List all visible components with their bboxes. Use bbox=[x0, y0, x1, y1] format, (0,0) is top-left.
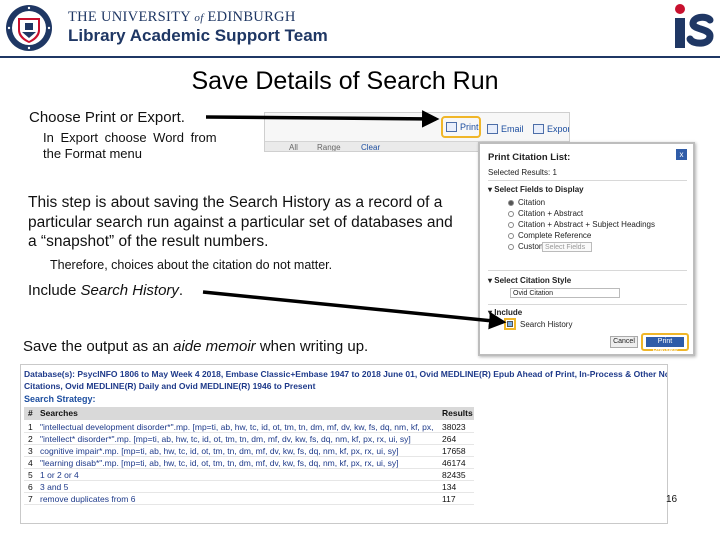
selected-results: Selected Results: 1 bbox=[488, 168, 557, 177]
arrow-to-search-history bbox=[202, 290, 507, 330]
dialog-divider bbox=[488, 304, 687, 305]
export-note-line1: In Export choose Word from bbox=[43, 130, 217, 145]
clear-link[interactable]: Clear bbox=[361, 143, 380, 151]
export-note-line2: the Format menu bbox=[43, 146, 142, 161]
option-label: Citation + Abstract + Subject Headings bbox=[518, 220, 655, 229]
print-button[interactable]: Print bbox=[441, 116, 481, 138]
print-citation-dialog: Print Citation List: x Selected Results:… bbox=[478, 142, 695, 356]
include-section-header: ▾ Include bbox=[488, 308, 523, 317]
dialog-divider bbox=[488, 270, 687, 271]
style-section-header: ▾ Select Citation Style bbox=[488, 276, 572, 285]
table-row: 2 "intellect* disorder*".mp. [mp=ti, ab,… bbox=[24, 433, 474, 445]
export-button[interactable]: Export bbox=[533, 120, 569, 138]
search-history-label: Search History bbox=[520, 320, 573, 329]
export-icon bbox=[533, 124, 544, 134]
column-header-searches: Searches bbox=[40, 408, 78, 418]
column-header-number: # bbox=[28, 408, 33, 418]
dialog-divider bbox=[488, 180, 687, 181]
page-number: 16 bbox=[666, 494, 678, 505]
custom-fields-input[interactable]: Select Fields bbox=[542, 242, 592, 252]
search-strategy-heading: Search Strategy: bbox=[24, 394, 96, 404]
table-row: 5 1 or 2 or 4 82435 bbox=[24, 469, 474, 481]
include-search-history-text: Include Search History. bbox=[28, 282, 184, 299]
option-label: Citation + Abstract bbox=[518, 209, 584, 218]
option-label: Complete Reference bbox=[518, 231, 592, 240]
radio-complete-reference[interactable] bbox=[508, 233, 514, 239]
step-choose-print-export: Choose Print or Export. bbox=[29, 109, 185, 126]
table-row: 1 "intellectual development disorder*".m… bbox=[24, 421, 474, 433]
banner-divider bbox=[0, 56, 720, 58]
dialog-title: Print Citation List: bbox=[488, 152, 571, 163]
range-field[interactable]: Range bbox=[317, 143, 341, 151]
table-row: 3 cognitive impair*.mp. [mp=ti, ab, hw, … bbox=[24, 445, 474, 457]
print-preview-highlight: Print Preview bbox=[641, 333, 689, 354]
select-all-checkbox[interactable]: All bbox=[289, 143, 298, 151]
save-output-text: Save the output as an aide memoir when w… bbox=[23, 338, 369, 355]
fields-section-header: ▾ Select Fields to Display bbox=[488, 185, 584, 194]
database-list-line2: Citations, Ovid MEDLINE(R) Daily and Ovi… bbox=[24, 381, 316, 391]
email-button[interactable]: Email bbox=[487, 120, 524, 138]
database-list-line1: Database(s): PsycINFO 1806 to May Week 4… bbox=[24, 369, 668, 379]
column-header-results: Results bbox=[442, 408, 473, 418]
purpose-paragraph: This step is about saving the Search His… bbox=[28, 194, 453, 250]
cancel-button[interactable]: Cancel bbox=[610, 336, 638, 348]
table-row: 7 remove duplicates from 6 117 bbox=[24, 493, 474, 505]
close-icon[interactable]: x bbox=[676, 149, 687, 160]
table-header: # Searches Results bbox=[24, 407, 474, 420]
print-preview-button[interactable]: Print Preview bbox=[646, 337, 684, 354]
radio-citation[interactable] bbox=[508, 200, 514, 206]
unit-name: Library Academic Support Team bbox=[68, 26, 328, 45]
option-label: Citation bbox=[518, 198, 546, 207]
table-row: 6 3 and 5 134 bbox=[24, 481, 474, 493]
header-banner: THE UNIVERSITY of EDINBURGH Library Acad… bbox=[0, 0, 720, 56]
university-name: THE UNIVERSITY of EDINBURGH bbox=[68, 9, 296, 25]
radio-custom[interactable] bbox=[508, 244, 514, 250]
is-logo-icon bbox=[675, 4, 714, 48]
table-row: 4 "learning disab*".mp. [mp=ti, ab, hw, … bbox=[24, 457, 474, 469]
search-history-checkbox[interactable] bbox=[507, 321, 513, 327]
printer-icon bbox=[446, 122, 457, 132]
citation-note: Therefore, choices about the citation do… bbox=[50, 258, 333, 272]
search-history-panel: Database(s): PsycINFO 1806 to May Week 4… bbox=[20, 364, 668, 524]
radio-citation-abstract-subject[interactable] bbox=[508, 222, 514, 228]
radio-citation-abstract[interactable] bbox=[508, 211, 514, 217]
citation-style-select[interactable]: Ovid Citation bbox=[510, 288, 620, 298]
envelope-icon bbox=[487, 124, 498, 134]
slide-title: Save Details of Search Run bbox=[191, 67, 499, 95]
university-crest-icon bbox=[6, 5, 52, 51]
